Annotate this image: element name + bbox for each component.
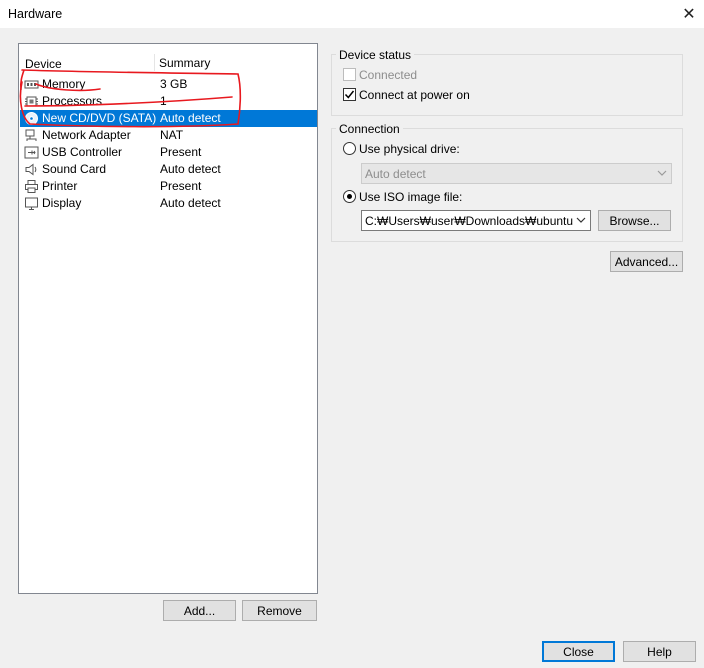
checkmark-icon	[344, 90, 355, 99]
device-row-memory[interactable]: Memory 3 GB	[20, 76, 317, 93]
network-adapter-icon	[25, 129, 37, 141]
processor-icon	[25, 96, 38, 107]
device-status-group	[331, 54, 683, 116]
connect-at-power-on-checkbox[interactable]	[343, 88, 356, 101]
device-row-network-adapter[interactable]: Network Adapter NAT	[20, 127, 317, 144]
physical-drive-label: Use physical drive:	[359, 142, 460, 156]
device-name: Sound Card	[42, 162, 107, 176]
speaker-icon	[25, 163, 37, 176]
device-row-usb-controller[interactable]: USB Controller Present	[20, 144, 317, 161]
cd-dvd-icon	[25, 112, 38, 125]
device-name: New CD/DVD (SATA)	[42, 111, 157, 125]
device-name: Printer	[42, 179, 78, 193]
iso-path-combobox[interactable]: C:₩Users₩user₩Downloads₩ubuntu-16	[361, 210, 591, 231]
memory-icon	[24, 80, 39, 89]
printer-icon	[25, 180, 38, 193]
iso-image-radio[interactable]	[343, 190, 356, 203]
advanced-button[interactable]: Advanced...	[610, 251, 683, 272]
device-row-display[interactable]: Display Auto detect	[20, 195, 317, 212]
window-title: Hardware	[8, 7, 63, 21]
device-summary: Auto detect	[160, 162, 221, 176]
remove-device-button[interactable]: Remove	[242, 600, 317, 621]
title-bar: Hardware ✕	[0, 0, 704, 28]
help-button[interactable]: Help	[623, 641, 696, 662]
device-summary: 3 GB	[160, 77, 188, 91]
iso-image-label: Use ISO image file:	[359, 190, 463, 204]
device-row-cd-dvd[interactable]: New CD/DVD (SATA) Auto detect	[20, 110, 317, 127]
device-name: Network Adapter	[42, 128, 131, 142]
device-summary: Auto detect	[160, 196, 221, 210]
device-summary: Auto detect	[160, 111, 221, 125]
device-summary: NAT	[160, 128, 184, 142]
device-row-sound-card[interactable]: Sound Card Auto detect	[20, 161, 317, 178]
device-name: USB Controller	[42, 145, 123, 159]
device-name: Processors	[42, 94, 103, 108]
close-window-icon[interactable]: ✕	[674, 0, 704, 28]
column-separator[interactable]	[154, 54, 155, 71]
device-name: Memory	[42, 77, 86, 91]
device-list[interactable]: Device Summary Memory 3 GB Processors 1 …	[18, 43, 318, 594]
device-summary: Present	[160, 145, 202, 159]
connected-label: Connected	[359, 68, 418, 82]
physical-drive-radio[interactable]	[343, 142, 356, 155]
device-list-header: Device Summary	[19, 44, 317, 76]
device-row-printer[interactable]: Printer Present	[20, 178, 317, 195]
monitor-icon	[25, 197, 38, 210]
device-summary: 1	[160, 94, 167, 108]
iso-path-value: C:₩Users₩user₩Downloads₩ubuntu-16	[365, 214, 573, 228]
device-row-processors[interactable]: Processors 1	[20, 93, 317, 110]
device-status-title: Device status	[336, 48, 415, 62]
close-button[interactable]: Close	[542, 641, 615, 662]
usb-icon	[24, 146, 39, 159]
column-header-device[interactable]: Device	[25, 57, 62, 71]
physical-drive-dropdown[interactable]: Auto detect	[361, 163, 672, 184]
connection-title: Connection	[336, 122, 403, 136]
chevron-down-icon[interactable]	[576, 215, 586, 225]
device-name: Display	[42, 196, 82, 210]
device-summary: Present	[160, 179, 202, 193]
column-header-summary[interactable]: Summary	[159, 56, 210, 70]
connect-at-power-on-label: Connect at power on	[359, 88, 470, 102]
browse-button[interactable]: Browse...	[598, 210, 671, 231]
physical-drive-value: Auto detect	[365, 167, 426, 181]
chevron-down-icon	[657, 170, 667, 176]
connected-checkbox[interactable]	[343, 68, 356, 81]
add-device-button[interactable]: Add...	[163, 600, 236, 621]
